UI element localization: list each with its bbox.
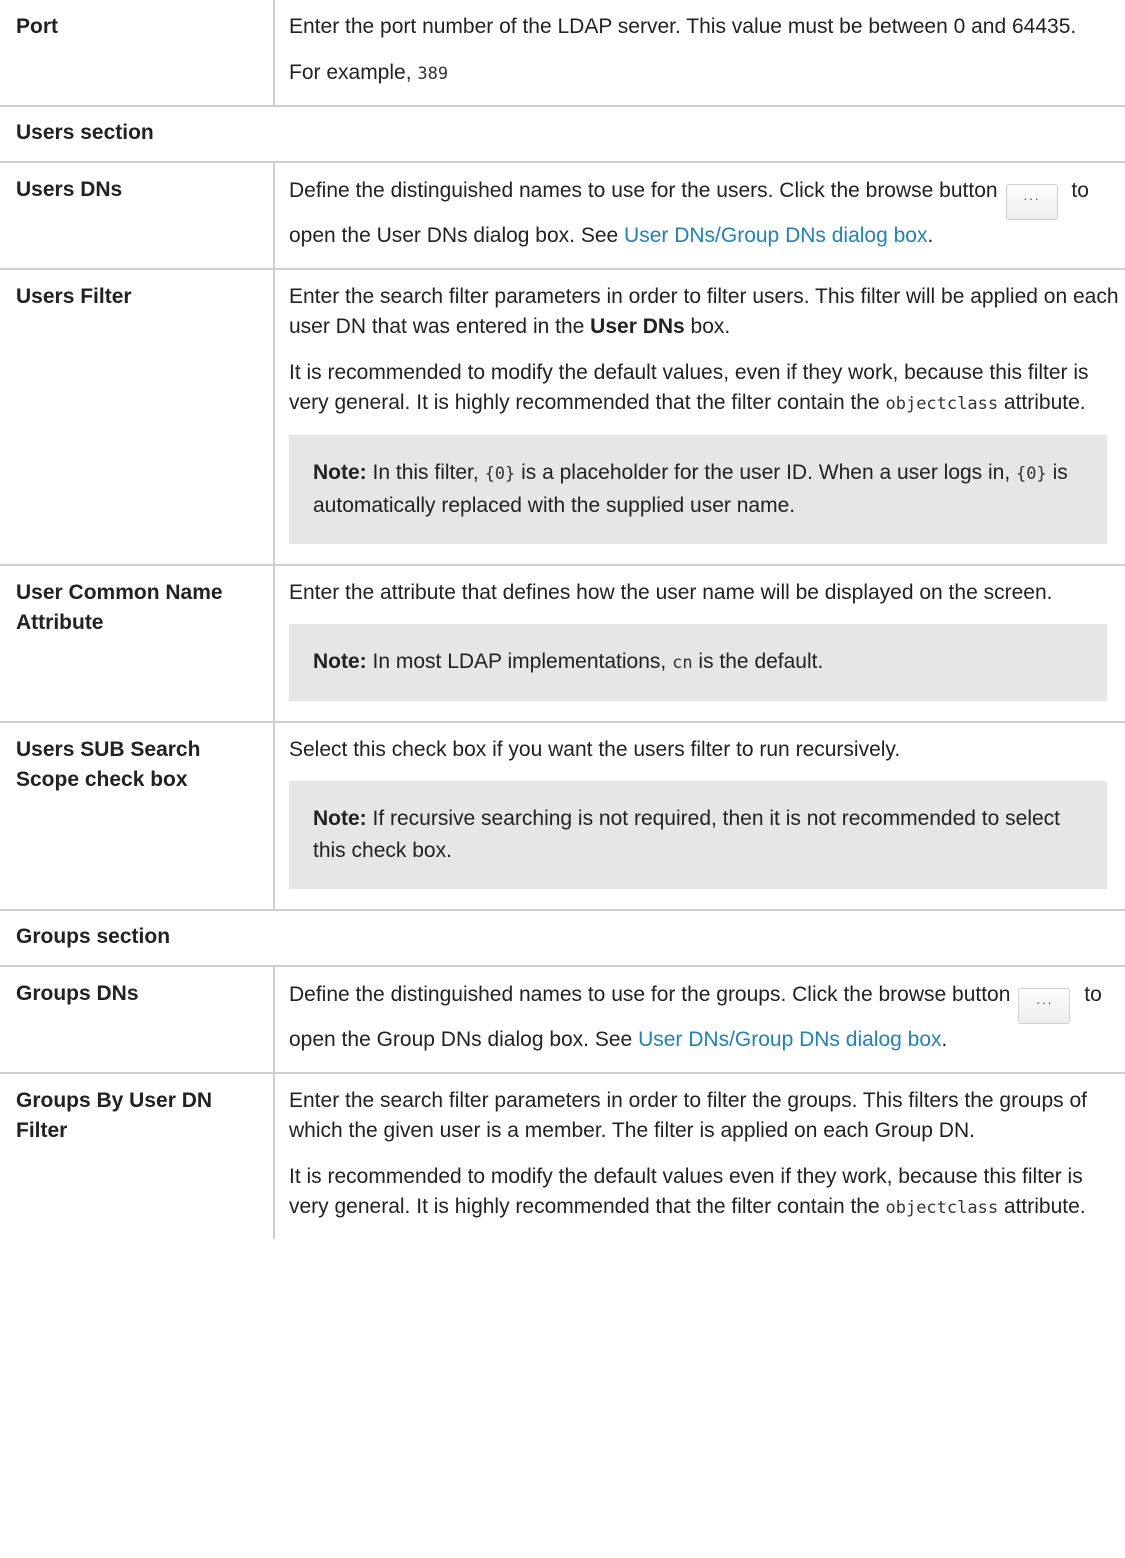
user-group-dns-dialog-link[interactable]: User DNs/Group DNs dialog box <box>638 1028 941 1051</box>
table-row-groups-by-user-dn: Groups By User DN Filter Enter the searc… <box>0 1072 1125 1239</box>
field-name-cell: Groups By User DN Filter <box>0 1072 275 1239</box>
note-text-b: is a placeholder for the user ID. When a… <box>515 461 1017 484</box>
users-sub-note: Note: If recursive searching is not requ… <box>313 803 1083 867</box>
user-cn-note: Note: In most LDAP implementations, cn i… <box>313 646 1083 679</box>
groups-section-heading: Groups section <box>16 925 171 948</box>
browse-button[interactable]: ··· <box>1005 184 1058 220</box>
field-label-groups-by-user-dn: Groups By User DN Filter <box>16 1089 213 1142</box>
table-row-users-filter: Users Filter Enter the search filter par… <box>0 268 1125 566</box>
users-dns-description: Define the distinguished names to use fo… <box>289 175 1119 252</box>
users-filter-recommendation: It is recommended to modify the default … <box>289 358 1119 419</box>
groups-dns-text-c: . <box>941 1028 948 1051</box>
users-dns-text-a: Define the distinguished names to use fo… <box>289 179 998 202</box>
port-description: Enter the port number of the LDAP server… <box>289 15 1077 38</box>
field-name-cell: Groups DNs <box>0 965 275 1074</box>
field-name-cell: Users DNs <box>0 161 275 270</box>
note-code-1: {0} <box>484 464 516 484</box>
section-row-groups: Groups section <box>0 909 1125 967</box>
note-box: Note: If recursive searching is not requ… <box>289 781 1107 889</box>
description-cell: Define the distinguished names to use fo… <box>273 965 1125 1074</box>
table-row-users-sub-search: Users SUB Search Scope check box Select … <box>0 721 1125 911</box>
note-code-2: {0} <box>1016 464 1047 484</box>
port-example: For example, 389 <box>289 58 1119 89</box>
groups-by-user-description: Enter the search filter parameters in or… <box>289 1089 1087 1142</box>
section-cell: Users section <box>0 105 1125 163</box>
user-cn-description: Enter the attribute that defines how the… <box>289 581 1053 604</box>
section-cell: Groups section <box>0 909 1125 967</box>
field-label-groups-dns: Groups DNs <box>16 982 139 1005</box>
users-filter-text-b: box. <box>684 315 731 338</box>
note-label: Note: <box>313 461 367 484</box>
groups-dns-description: Define the distinguished names to use fo… <box>289 979 1119 1056</box>
description-cell: Define the distinguished names to use fo… <box>273 161 1125 270</box>
users-filter-description: Enter the search filter parameters in or… <box>289 282 1119 342</box>
description-cell: Select this check box if you want the us… <box>273 721 1125 911</box>
description-cell: Enter the attribute that defines how the… <box>273 564 1125 723</box>
table-row-user-common-name: User Common Name Attribute Enter the att… <box>0 564 1125 723</box>
description-cell: Enter the port number of the LDAP server… <box>273 0 1125 107</box>
groups-dns-text-a: Define the distinguished names to use fo… <box>289 983 1011 1006</box>
users-dns-text-c: . <box>927 224 934 247</box>
field-label-port: Port <box>16 15 58 38</box>
user-group-dns-dialog-link[interactable]: User DNs/Group DNs dialog box <box>624 224 927 247</box>
note-code: cn <box>672 653 693 673</box>
users-filter-rec-code: objectclass <box>885 394 999 414</box>
table-row-port: Port Enter the port number of the LDAP s… <box>0 0 1125 107</box>
field-label-users-dns: Users DNs <box>16 178 123 201</box>
users-filter-note: Note: In this filter, {0} is a placehold… <box>313 457 1083 522</box>
note-label: Note: <box>313 650 367 673</box>
table-row-groups-dns: Groups DNs Define the distinguished name… <box>0 965 1125 1074</box>
groups-rec-text-b: attribute. <box>998 1195 1086 1218</box>
field-name-cell: Port <box>0 0 275 107</box>
users-filter-bold: User DNs <box>590 315 685 338</box>
users-section-heading: Users section <box>16 121 154 144</box>
note-text-a: In this filter, <box>366 461 485 484</box>
field-name-cell: Users SUB Search Scope check box <box>0 721 275 911</box>
field-label-users-filter: Users Filter <box>16 285 132 308</box>
field-name-cell: User Common Name Attribute <box>0 564 275 723</box>
port-example-code: 389 <box>417 64 449 84</box>
field-label-user-common-name: User Common Name Attribute <box>16 581 223 634</box>
note-text: If recursive searching is not required, … <box>313 807 1061 862</box>
note-label: Note: <box>313 807 367 830</box>
browse-button[interactable]: ··· <box>1018 988 1071 1024</box>
field-name-cell: Users Filter <box>0 268 275 566</box>
port-example-text: For example, <box>289 61 418 84</box>
description-cell: Enter the search filter parameters in or… <box>273 1072 1125 1239</box>
note-text-b: is the default. <box>692 650 824 673</box>
note-text-a: In most LDAP implementations, <box>366 650 673 673</box>
groups-rec-code: objectclass <box>885 1198 999 1218</box>
groups-by-user-recommendation: It is recommended to modify the default … <box>289 1162 1119 1223</box>
field-label-users-sub-search: Users SUB Search Scope check box <box>16 738 201 791</box>
note-box: Note: In most LDAP implementations, cn i… <box>289 624 1107 701</box>
users-sub-description: Select this check box if you want the us… <box>289 738 901 761</box>
users-filter-rec-text-b: attribute. <box>998 391 1086 414</box>
table-row-users-dns: Users DNs Define the distinguished names… <box>0 161 1125 270</box>
section-row-users: Users section <box>0 105 1125 163</box>
ldap-settings-table: Port Enter the port number of the LDAP s… <box>0 0 1125 1239</box>
note-box: Note: In this filter, {0} is a placehold… <box>289 435 1107 544</box>
description-cell: Enter the search filter parameters in or… <box>273 268 1125 566</box>
